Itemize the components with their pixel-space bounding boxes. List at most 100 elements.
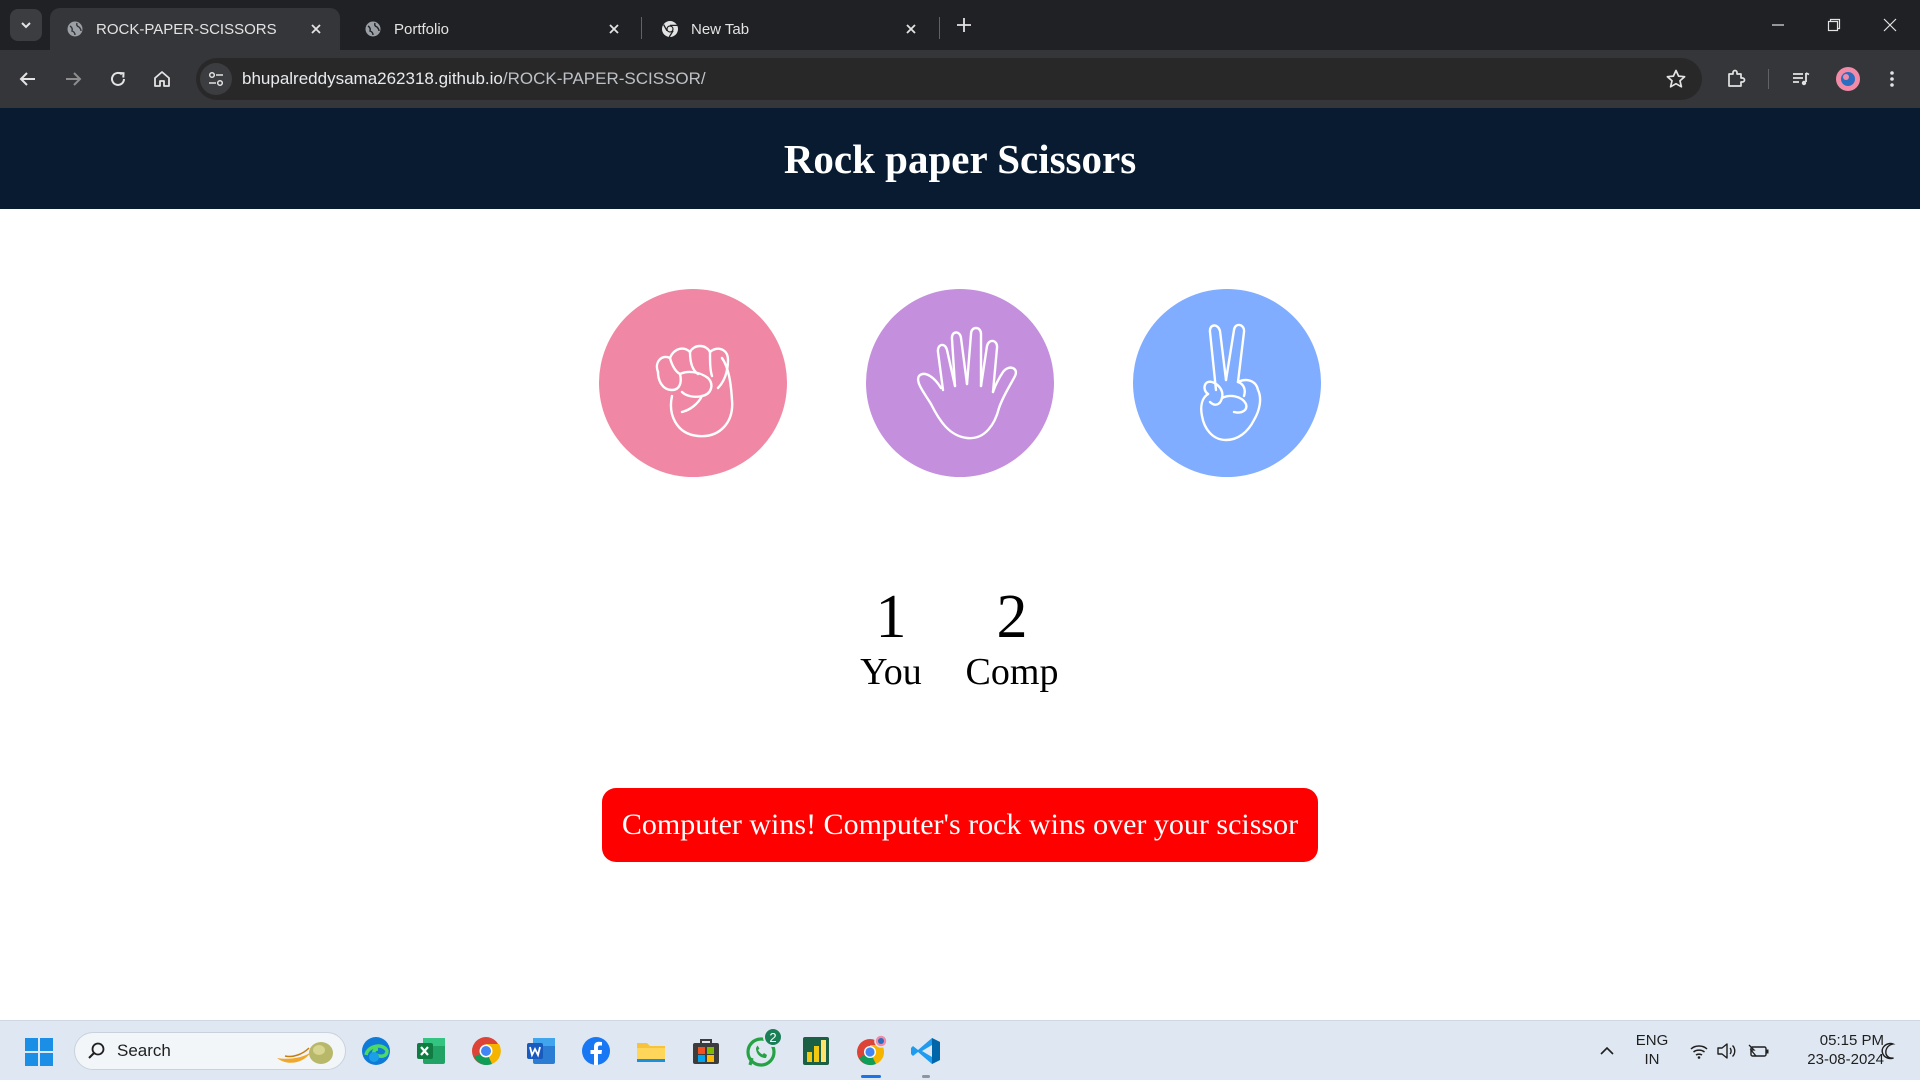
taskbar-search[interactable]: Search bbox=[74, 1032, 346, 1070]
windows-taskbar: Search 2 ENG IN 05:15 PM 23-08-2024 bbox=[0, 1020, 1920, 1080]
queue-music-icon bbox=[1793, 72, 1810, 86]
open-app-indicator bbox=[922, 1075, 930, 1078]
tab-search-button[interactable] bbox=[10, 9, 42, 41]
home-button[interactable] bbox=[146, 63, 178, 95]
taskbar-vscode[interactable] bbox=[908, 1033, 944, 1069]
tab-portfolio[interactable]: Portfolio bbox=[348, 8, 638, 50]
chrome-menu-button[interactable] bbox=[1876, 63, 1908, 95]
globe-icon bbox=[66, 20, 84, 38]
region-code: IN bbox=[1644, 1051, 1660, 1068]
windows-logo-icon bbox=[25, 1038, 53, 1066]
open-hand-icon bbox=[916, 326, 1018, 440]
taskbar-chrome[interactable] bbox=[468, 1033, 504, 1069]
store-icon bbox=[693, 1039, 719, 1064]
media-control-button[interactable] bbox=[1785, 63, 1817, 95]
screen: ROCK-PAPER-SCISSORS Portfolio New Tab bh… bbox=[0, 0, 1920, 1080]
choice-rock[interactable] bbox=[599, 289, 787, 477]
folder-icon bbox=[637, 1043, 665, 1062]
browser-tab-strip: ROCK-PAPER-SCISSORS Portfolio New Tab bbox=[0, 0, 1920, 50]
tab-new-tab[interactable]: New Tab bbox=[645, 8, 935, 50]
speaker-icon bbox=[1717, 1043, 1736, 1059]
volume-status[interactable] bbox=[1712, 1033, 1742, 1069]
home-icon bbox=[154, 71, 170, 87]
search-icon bbox=[88, 1042, 105, 1059]
taskbar-power-bi[interactable] bbox=[798, 1033, 834, 1069]
battery-status[interactable] bbox=[1744, 1033, 1774, 1069]
taskbar-file-explorer[interactable] bbox=[633, 1033, 669, 1069]
notifications-button[interactable] bbox=[1874, 1033, 1904, 1069]
tab-title: ROCK-PAPER-SCISSORS bbox=[96, 20, 277, 38]
badge-count: 2 bbox=[769, 1029, 777, 1045]
forward-button[interactable] bbox=[57, 63, 89, 95]
user-score: 1 You bbox=[826, 584, 956, 694]
bookmark-button[interactable] bbox=[1664, 67, 1688, 91]
tab-close-icon[interactable] bbox=[306, 19, 326, 39]
power-bi-icon bbox=[803, 1037, 829, 1065]
choice-paper[interactable] bbox=[866, 289, 1054, 477]
close-icon bbox=[1883, 18, 1897, 32]
tune-icon bbox=[208, 71, 224, 87]
globe-icon bbox=[364, 20, 382, 38]
restore-button[interactable] bbox=[1806, 0, 1862, 50]
arrow-left-icon bbox=[19, 72, 35, 86]
comp-score: 2 Comp bbox=[947, 584, 1077, 694]
search-placeholder: Search bbox=[117, 1041, 171, 1060]
taskbar-excel[interactable] bbox=[413, 1033, 449, 1069]
comp-score-value: 2 bbox=[996, 583, 1028, 651]
chrome-icon bbox=[661, 20, 679, 38]
minimize-icon bbox=[1772, 24, 1784, 26]
new-tab-button[interactable] bbox=[950, 11, 978, 39]
address-bar[interactable]: bhupalreddysama262318.github.io/ROCK-PAP… bbox=[196, 58, 1702, 100]
moon-icon bbox=[1881, 1042, 1896, 1060]
search-highlight-icon bbox=[277, 1042, 333, 1064]
page-title: Rock paper Scissors bbox=[783, 135, 1137, 182]
result-message: Computer wins! Computer's rock wins over… bbox=[602, 788, 1318, 862]
taskbar-chrome-active[interactable] bbox=[853, 1033, 889, 1069]
tab-close-icon[interactable] bbox=[901, 19, 921, 39]
clock[interactable]: 05:15 PM 23-08-2024 bbox=[1784, 1031, 1884, 1069]
url-path: /ROCK-PAPER-SCISSOR/ bbox=[502, 69, 706, 88]
facebook-icon bbox=[582, 1037, 610, 1065]
comp-score-label: Comp bbox=[965, 651, 1059, 693]
star-icon bbox=[1666, 69, 1686, 88]
taskbar-store[interactable] bbox=[688, 1033, 724, 1069]
choice-scissors[interactable] bbox=[1133, 289, 1321, 477]
word-icon bbox=[527, 1038, 555, 1064]
tab-title: New Tab bbox=[691, 20, 750, 38]
taskbar-whatsapp[interactable]: 2 bbox=[743, 1027, 783, 1069]
wifi-status[interactable] bbox=[1684, 1033, 1714, 1069]
minimize-button[interactable] bbox=[1750, 0, 1806, 50]
excel-icon bbox=[417, 1038, 445, 1064]
url-text[interactable]: bhupalreddysama262318.github.io/ROCK-PAP… bbox=[242, 69, 706, 89]
reload-button[interactable] bbox=[102, 63, 134, 95]
fist-icon bbox=[655, 344, 734, 438]
notification-badge: 2 bbox=[763, 1027, 783, 1047]
close-window-button[interactable] bbox=[1862, 0, 1918, 50]
show-hidden-icons-button[interactable] bbox=[1592, 1033, 1622, 1069]
site-info-button[interactable] bbox=[200, 63, 232, 95]
taskbar-word[interactable] bbox=[523, 1033, 559, 1069]
back-button[interactable] bbox=[12, 63, 44, 95]
active-app-indicator bbox=[861, 1075, 881, 1078]
language-code: ENG bbox=[1635, 1032, 1669, 1049]
edge-icon bbox=[362, 1037, 390, 1065]
arrow-right-icon bbox=[66, 72, 82, 86]
more-vert-icon bbox=[1890, 71, 1894, 87]
taskbar-edge[interactable] bbox=[358, 1033, 394, 1069]
tab-rock-paper-scissors[interactable]: ROCK-PAPER-SCISSORS bbox=[50, 8, 340, 50]
avatar-icon bbox=[1836, 67, 1860, 91]
vscode-icon bbox=[911, 1038, 940, 1064]
taskbar-facebook[interactable] bbox=[578, 1033, 614, 1069]
start-button[interactable] bbox=[24, 1037, 54, 1067]
reload-icon bbox=[111, 71, 125, 86]
tab-separator bbox=[641, 17, 642, 39]
peace-hand-icon bbox=[1200, 323, 1262, 442]
profile-avatar[interactable] bbox=[1832, 63, 1864, 95]
extensions-button[interactable] bbox=[1720, 63, 1752, 95]
plus-icon bbox=[957, 18, 971, 32]
puzzle-icon bbox=[1728, 69, 1746, 87]
tab-close-icon[interactable] bbox=[604, 19, 624, 39]
chrome-icon bbox=[472, 1037, 501, 1066]
chevron-up-icon bbox=[1600, 1046, 1614, 1055]
input-language-indicator[interactable]: ENG IN bbox=[1630, 1031, 1674, 1069]
